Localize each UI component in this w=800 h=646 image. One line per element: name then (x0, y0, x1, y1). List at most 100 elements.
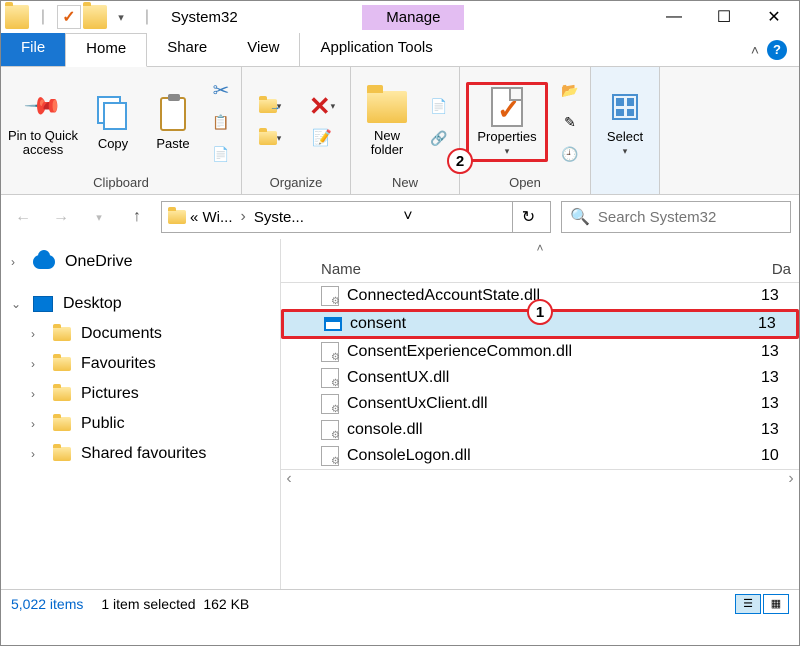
horizontal-scrollbar[interactable]: ‹ › (281, 469, 799, 483)
chevron-right-icon[interactable]: › (11, 255, 15, 269)
chevron-right-icon[interactable]: › (31, 387, 35, 401)
copyto-icon (259, 131, 277, 145)
tree-onedrive-label: OneDrive (65, 253, 133, 271)
window-title: System32 (163, 9, 238, 26)
refresh-button[interactable]: ↻ (512, 202, 544, 232)
chevron-right-icon[interactable]: › (31, 417, 35, 431)
paste-shortcut-button[interactable]: 📄 (207, 140, 235, 168)
address-bar[interactable]: « Wi... › Syste... ˅ ↻ (161, 201, 551, 233)
tab-home[interactable]: Home (65, 33, 147, 67)
copy-button[interactable]: Copy (87, 94, 139, 151)
open-button[interactable]: 📂 (556, 76, 584, 104)
dll-icon (321, 446, 339, 466)
easy-access-icon: 🔗 (430, 130, 447, 147)
file-date: 13 (761, 343, 791, 361)
cut-button[interactable]: ✂ (207, 76, 235, 104)
new-folder-button[interactable]: New folder (357, 87, 417, 158)
file-row[interactable]: ConsentUxClient.dll 13 (281, 391, 799, 417)
breadcrumb-2[interactable]: Syste... (254, 209, 304, 226)
file-row[interactable]: ConsentExperienceCommon.dll13 (281, 339, 799, 365)
tree-folder-public[interactable]: ›Public (1, 409, 280, 439)
tab-share[interactable]: Share (147, 33, 227, 66)
tree-folder-shared-favourites[interactable]: › Shared favourites (1, 439, 280, 469)
new-item-button[interactable]: 📄 (425, 92, 453, 120)
file-list-pane[interactable]: ˄ Name Da ConnectedAccountState.dll13con… (281, 239, 799, 589)
view-switcher: ☰ ▦ (735, 594, 789, 614)
column-name[interactable]: Name (321, 261, 772, 278)
close-button[interactable]: ✕ (749, 1, 799, 33)
maximize-button[interactable]: ☐ (699, 1, 749, 33)
up-button[interactable]: ↑ (123, 203, 151, 231)
details-view-button[interactable]: ☰ (735, 594, 761, 614)
file-row[interactable]: ConsentUX.dll13 (281, 365, 799, 391)
minimize-button[interactable]: — (649, 1, 699, 33)
tab-application-tools[interactable]: Application Tools (299, 33, 452, 66)
manage-contextual-tab[interactable]: Manage (362, 5, 464, 30)
pin-label: Pin to Quick access (7, 129, 79, 158)
address-folder-icon (168, 210, 186, 224)
content-area: › OneDrive ⌄ Desktop › Documents › Favourit… (1, 239, 799, 589)
tree-item-label: Documents (81, 325, 162, 343)
chevron-right-icon[interactable]: › (31, 447, 35, 461)
copy-to-button[interactable]: ▾ (248, 124, 292, 152)
tree-folder-favourites[interactable]: › Favourites (1, 349, 280, 379)
easy-access-button[interactable]: 🔗 (425, 124, 453, 152)
thumbnails-view-button[interactable]: ▦ (763, 594, 789, 614)
edit-button[interactable]: ✎ (556, 108, 584, 136)
help-icon[interactable]: ? (767, 40, 787, 60)
file-name: ConnectedAccountState.dll (347, 287, 540, 305)
search-input[interactable] (598, 209, 782, 226)
qat-props-icon[interactable]: ✓ (57, 5, 81, 29)
breadcrumb-sep-icon[interactable]: › (241, 208, 246, 226)
tree-onedrive[interactable]: › OneDrive (1, 247, 280, 277)
quick-access-toolbar: | ✓ ▾ | (1, 5, 163, 29)
folder-icon (53, 387, 71, 401)
select-button[interactable]: Select ▾ (597, 87, 653, 157)
properties-button[interactable]: ✓ Properties ▾ 2 (466, 82, 548, 162)
check-icon: ✓ (497, 93, 520, 126)
tab-file[interactable]: File (1, 33, 65, 66)
file-row[interactable]: ConsoleLogon.dll10 (281, 443, 799, 469)
chevron-right-icon[interactable]: › (31, 327, 35, 341)
tree-folder-pictures[interactable]: ›Pictures (1, 379, 280, 409)
tree-folder-documents[interactable]: › Documents (1, 319, 280, 349)
file-date: 13 (761, 395, 791, 413)
chevron-right-icon[interactable]: › (31, 357, 35, 371)
group-clipboard: 📌 Pin to Quick access Copy Paste ✂ 📋 📄 C… (1, 67, 242, 194)
breadcrumb-1[interactable]: « Wi... (190, 209, 233, 226)
pin-to-quick-access-button[interactable]: 📌 Pin to Quick access (7, 87, 79, 158)
group-organize-label: Organize (248, 173, 344, 192)
paste-button[interactable]: Paste (147, 94, 199, 151)
group-organize: → ▾ ▾ ✕ ▾ 📝 Organize (242, 67, 351, 194)
tree-desktop[interactable]: ⌄ Desktop (1, 289, 280, 319)
file-row[interactable]: consent131 (281, 309, 799, 339)
chevron-down-icon[interactable]: ⌄ (11, 297, 21, 311)
tree-item-label: Shared favourites (81, 445, 206, 463)
navigation-pane[interactable]: › OneDrive ⌄ Desktop › Documents › Favourit… (1, 239, 281, 589)
open-icon: 📂 (561, 82, 578, 99)
back-button[interactable]: ← (9, 203, 37, 231)
search-box[interactable]: 🔍 (561, 201, 791, 233)
qat-dropdown-icon[interactable]: ▾ (109, 5, 133, 29)
status-selected: 1 item selected 162 KB (101, 596, 249, 612)
move-to-button[interactable]: → ▾ (248, 92, 292, 120)
column-date[interactable]: Da (772, 261, 791, 278)
file-name: console.dll (347, 421, 423, 439)
collapse-ribbon-icon[interactable]: ˄ (751, 42, 759, 58)
delete-button[interactable]: ✕ ▾ (300, 92, 344, 120)
rename-button[interactable]: 📝 (300, 124, 344, 152)
forward-button[interactable]: → (47, 203, 75, 231)
history-button[interactable]: 🕘 (556, 140, 584, 168)
tab-view[interactable]: View (227, 33, 299, 66)
qat-separator2: | (135, 5, 159, 29)
address-dropdown[interactable]: ˅ (392, 202, 424, 232)
file-name: ConsentUxClient.dll (347, 395, 488, 413)
copy-path-button[interactable]: 📋 (207, 108, 235, 136)
clipboard-small-buttons: ✂ 📋 📄 (207, 76, 235, 168)
properties-dropdown-icon: ▾ (505, 146, 510, 157)
file-row[interactable]: console.dll13 (281, 417, 799, 443)
tree-item-label: Favourites (81, 355, 156, 373)
ribbon-help-area: ˄ ? (751, 33, 799, 66)
recent-dropdown[interactable]: ▾ (85, 203, 113, 231)
navigation-bar: ← → ▾ ↑ « Wi... › Syste... ˅ ↻ 🔍 (1, 195, 799, 239)
